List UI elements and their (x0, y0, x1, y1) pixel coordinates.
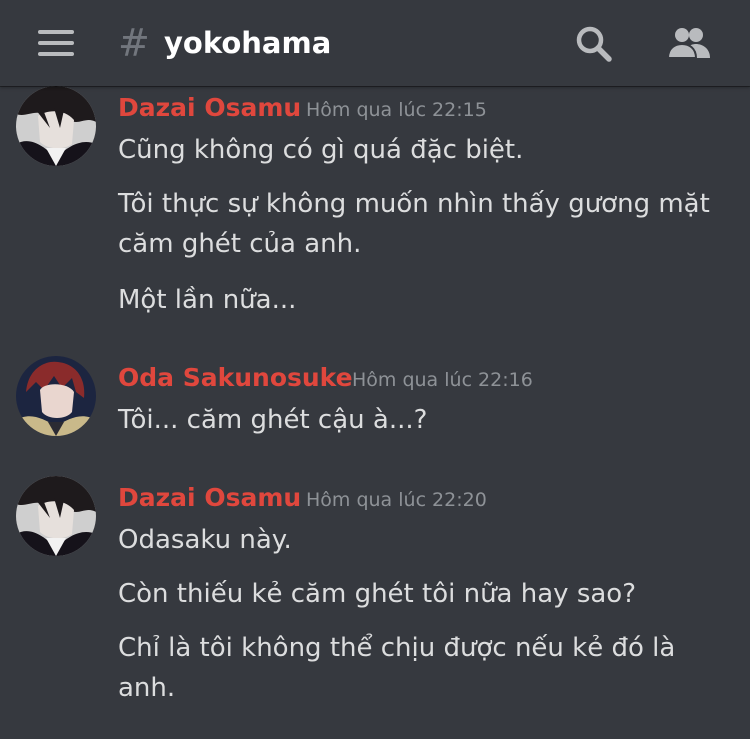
message-author[interactable]: Dazai Osamu (118, 92, 301, 124)
avatar-oda[interactable] (16, 356, 96, 436)
message-line: Tôi... căm ghét cậu à...? (118, 405, 428, 435)
message-timestamp: Hôm qua lúc 22:20 (306, 489, 487, 511)
avatar-dazai[interactable] (16, 476, 96, 556)
message-line: Odasaku này. (118, 525, 292, 555)
message-author[interactable]: Dazai Osamu (118, 482, 301, 514)
channel-header: # yokohama (0, 0, 750, 86)
avatar-dazai[interactable] (16, 86, 96, 166)
channel-name: yokohama (164, 26, 332, 60)
message-line: Tôi thực sự không muốn nhìn thấy gương m… (118, 189, 710, 259)
message-line: Chỉ là tôi không thể chịu được nếu kẻ đó… (118, 633, 676, 703)
message-author[interactable]: Oda Sakunosuke (118, 362, 353, 394)
members-icon[interactable] (664, 24, 714, 64)
message-line: Một lần nữa... (118, 285, 297, 315)
message-line: Cũng không có gì quá đặc biệt. (118, 135, 524, 165)
search-icon[interactable] (574, 24, 614, 64)
message-timestamp: Hôm qua lúc 22:16 (352, 369, 533, 391)
message-list: Dazai Osamu Hôm qua lúc 22:15 Cũng không… (0, 86, 750, 739)
message-line: Còn thiếu kẻ căm ghét tôi nữa hay sao? (118, 579, 637, 609)
hamburger-menu-icon[interactable] (38, 30, 74, 56)
channel-hash-icon: # (118, 21, 150, 65)
message-timestamp: Hôm qua lúc 22:15 (306, 99, 487, 121)
